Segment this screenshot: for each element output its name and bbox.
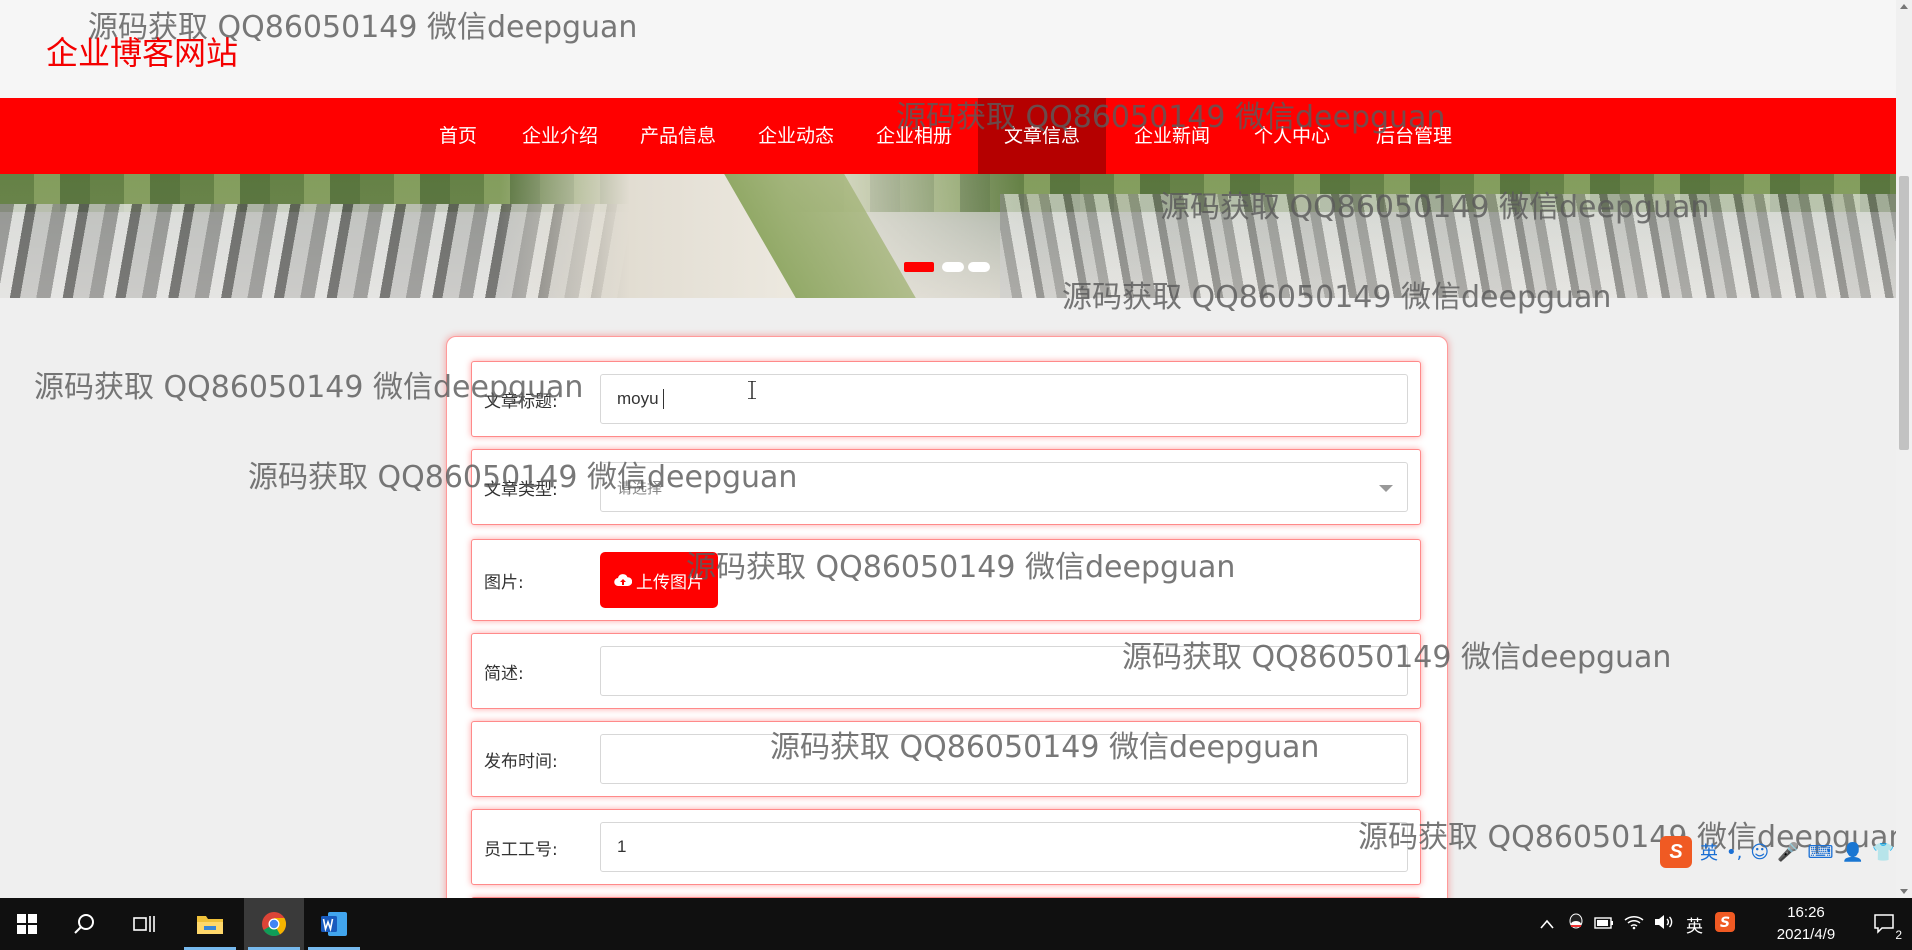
form-row-type: 文章类型: 请选择: [471, 449, 1421, 525]
form-row-summary: 简述:: [471, 633, 1421, 709]
chevron-up-icon[interactable]: [1540, 915, 1554, 933]
main-nav: 首页 企业介绍 产品信息 企业动态 企业相册 文章信息 企业新闻 个人中心 后台…: [0, 98, 1896, 174]
clock-time: 16:26: [1787, 904, 1825, 921]
svg-text:S: S: [1720, 915, 1730, 931]
wifi-icon[interactable]: [1624, 914, 1644, 934]
ime-microphone-icon[interactable]: 🎤: [1777, 842, 1799, 863]
image-label: 图片:: [484, 572, 524, 593]
start-button[interactable]: [0, 898, 54, 950]
type-select[interactable]: 请选择: [600, 462, 1408, 512]
employee-id-label: 员工工号:: [484, 839, 558, 860]
ime-toolbar[interactable]: S 英 •, ☺ 🎤 ⌨ 👤 👕: [1660, 836, 1896, 868]
taskbar-file-explorer[interactable]: [180, 898, 240, 950]
nav-item-news[interactable]: 企业新闻: [1122, 98, 1222, 174]
nav-item-articles[interactable]: 文章信息: [978, 98, 1106, 174]
folder-icon: [197, 916, 223, 934]
nav-item-company-intro[interactable]: 企业介绍: [510, 98, 610, 174]
site-logo[interactable]: 企业博客网站: [46, 28, 238, 74]
browser-viewport: 企业博客网站 首页 企业介绍 产品信息 企业动态 企业相册 文章信息 企业新闻 …: [0, 0, 1896, 898]
form-row-image: 图片: 上传图片: [471, 539, 1421, 621]
search-button[interactable]: [58, 898, 112, 950]
qq-icon[interactable]: [1568, 913, 1584, 935]
page-scrollbar[interactable]: [1896, 0, 1912, 898]
upload-image-label: 上传图片: [636, 572, 704, 593]
word-icon: [321, 912, 347, 936]
sogou-tray-icon[interactable]: S: [1715, 912, 1735, 936]
carousel-dot-2[interactable]: [942, 262, 964, 272]
nav-item-album[interactable]: 企业相册: [864, 98, 964, 174]
banner-parking-right: [1000, 194, 1896, 298]
ime-keyboard-icon[interactable]: ⌨: [1808, 842, 1834, 863]
nav-item-home[interactable]: 首页: [426, 98, 490, 174]
scroll-up-icon[interactable]: [1900, 4, 1908, 9]
scroll-down-icon[interactable]: [1900, 889, 1908, 894]
text-cursor-icon: [748, 381, 756, 399]
form-row-title: 文章标题: moyu: [471, 361, 1421, 437]
task-view-icon: [133, 916, 155, 932]
title-label: 文章标题:: [484, 391, 558, 412]
chrome-icon: [262, 912, 287, 937]
form-row-employee-id: 员工工号: 1: [471, 809, 1421, 885]
ime-emoji-icon[interactable]: ☺: [1750, 842, 1769, 863]
carousel-dot-1[interactable]: [904, 262, 934, 272]
summary-label: 简述:: [484, 663, 524, 684]
title-input[interactable]: moyu: [600, 374, 1408, 424]
banner-carousel[interactable]: [0, 174, 1896, 298]
title-input-value: moyu: [617, 389, 659, 408]
nav-item-company-news-feed[interactable]: 企业动态: [746, 98, 846, 174]
windows-taskbar: 英 S 16:26 2021/4/9 2: [0, 898, 1912, 950]
task-view-button[interactable]: [118, 898, 172, 950]
publish-time-input[interactable]: [600, 734, 1408, 784]
type-select-placeholder: 请选择: [617, 478, 663, 497]
cloud-upload-icon: [614, 574, 632, 587]
nav-list: 首页 企业介绍 产品信息 企业动态 企业相册 文章信息 企业新闻 个人中心 后台…: [0, 98, 1896, 174]
text-caret: [662, 389, 664, 409]
ime-punctuation-icon[interactable]: •,: [1726, 842, 1742, 863]
nav-item-profile[interactable]: 个人中心: [1242, 98, 1342, 174]
carousel-dot-3[interactable]: [968, 262, 990, 272]
action-center-button[interactable]: 2: [1862, 898, 1908, 950]
form-row-publish-time: 发布时间:: [471, 721, 1421, 797]
summary-input[interactable]: [600, 646, 1408, 696]
ime-mode-label[interactable]: 英: [1700, 839, 1718, 865]
windows-logo-icon: [17, 914, 37, 934]
nav-item-admin[interactable]: 后台管理: [1364, 98, 1464, 174]
search-icon: [74, 914, 94, 934]
chevron-down-icon: [1379, 485, 1393, 492]
taskbar-chrome[interactable]: [244, 898, 304, 950]
site-header: 企业博客网站: [0, 0, 1896, 98]
input-language[interactable]: 英: [1686, 912, 1703, 937]
clock-date: 2021/4/9: [1776, 926, 1836, 943]
nav-item-products[interactable]: 产品信息: [628, 98, 728, 174]
type-label: 文章类型:: [484, 479, 558, 500]
employee-id-input[interactable]: 1: [600, 822, 1408, 872]
taskbar-word[interactable]: [304, 898, 364, 950]
ime-user-icon[interactable]: 👤: [1842, 842, 1864, 863]
sogou-ime-logo[interactable]: S: [1660, 836, 1692, 868]
upload-image-button[interactable]: 上传图片: [600, 552, 718, 608]
ime-skin-icon[interactable]: 👕: [1872, 842, 1894, 863]
notification-icon: [1874, 914, 1894, 934]
scroll-thumb[interactable]: [1899, 176, 1909, 450]
battery-icon[interactable]: [1594, 915, 1614, 933]
system-clock[interactable]: 16:26 2021/4/9: [1760, 902, 1852, 946]
volume-icon[interactable]: [1654, 914, 1674, 934]
notification-count: 2: [1895, 928, 1902, 942]
system-tray: 英 S: [1540, 898, 1735, 950]
publish-time-label: 发布时间:: [484, 751, 558, 772]
article-form: 文章标题: moyu 文章类型: 请选择 图片: 上传图片 简述: 发布时间: …: [446, 336, 1448, 898]
